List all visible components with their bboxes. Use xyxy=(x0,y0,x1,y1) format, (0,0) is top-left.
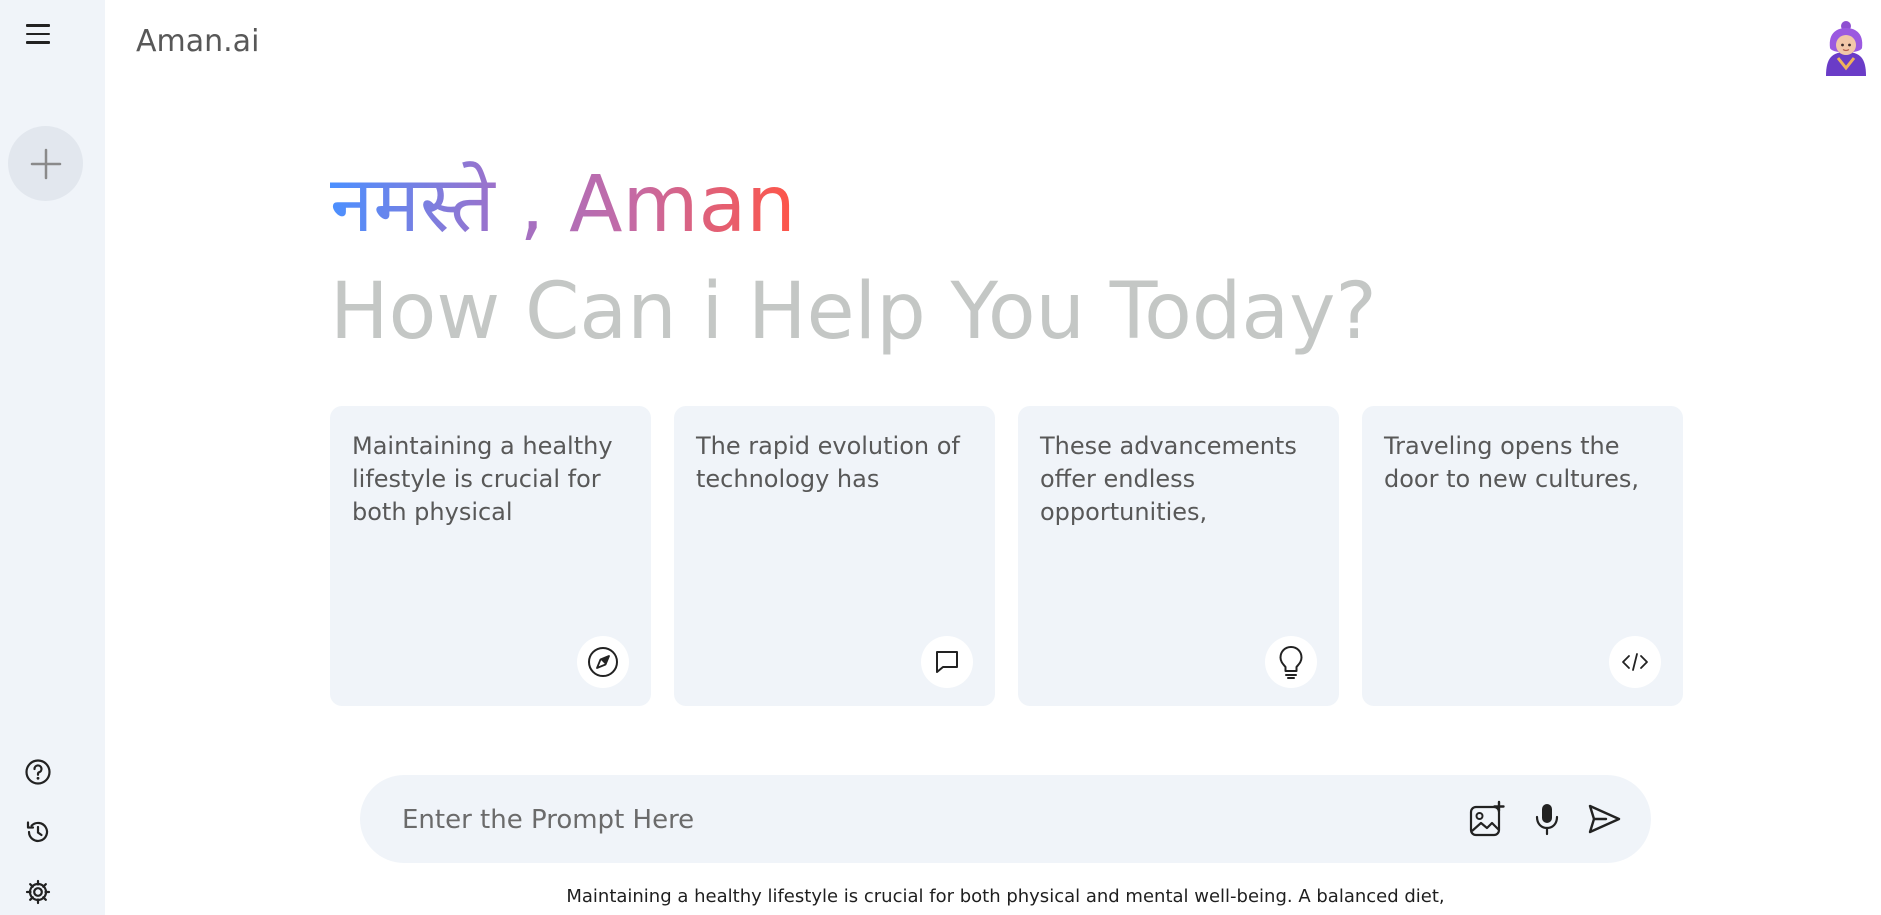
settings-button[interactable] xyxy=(22,876,54,908)
app-title: Aman.ai xyxy=(136,24,260,59)
message-icon xyxy=(921,636,973,688)
gallery-button[interactable] xyxy=(1465,797,1509,841)
avatar-icon xyxy=(1826,21,1866,76)
greeting-title: नमस्ते , Aman xyxy=(330,155,796,255)
user-avatar[interactable] xyxy=(1820,18,1872,76)
suggestion-card[interactable]: Traveling opens the door to new cultures… xyxy=(1362,406,1683,706)
prompt-input[interactable] xyxy=(400,797,1404,843)
card-text: These advancements offer endless opportu… xyxy=(1040,432,1297,526)
gallery-icon xyxy=(1469,800,1505,837)
suggestion-card[interactable]: These advancements offer endless opportu… xyxy=(1018,406,1339,706)
greeting-subtitle: How Can i Help You Today? xyxy=(330,267,1377,357)
prompt-bar xyxy=(360,775,1651,863)
greeting-text: नमस्ते , Aman xyxy=(330,160,796,250)
send-icon xyxy=(1588,804,1621,834)
compass-icon xyxy=(577,636,629,688)
footer-text: Maintaining a healthy lifestyle is cruci… xyxy=(566,886,1445,907)
activity-button[interactable] xyxy=(22,816,54,848)
gear-icon xyxy=(25,879,51,905)
card-text: Maintaining a healthy lifestyle is cruci… xyxy=(352,432,613,526)
menu-icon[interactable] xyxy=(24,24,52,48)
bulb-icon xyxy=(1265,636,1317,688)
suggestion-card[interactable]: Maintaining a healthy lifestyle is cruci… xyxy=(330,406,651,706)
card-text: The rapid evolution of technology has xyxy=(696,432,960,493)
code-icon xyxy=(1609,636,1661,688)
send-button[interactable] xyxy=(1582,797,1626,841)
card-text: Traveling opens the door to new cultures… xyxy=(1384,432,1639,493)
plus-icon xyxy=(30,148,61,179)
sidebar xyxy=(0,0,105,915)
mic-icon xyxy=(1535,804,1559,836)
new-chat-button[interactable] xyxy=(8,126,83,201)
help-button[interactable] xyxy=(22,756,54,788)
history-icon xyxy=(26,821,49,842)
suggestion-card[interactable]: The rapid evolution of technology has xyxy=(674,406,995,706)
help-icon xyxy=(25,759,51,785)
mic-button[interactable] xyxy=(1525,797,1569,841)
